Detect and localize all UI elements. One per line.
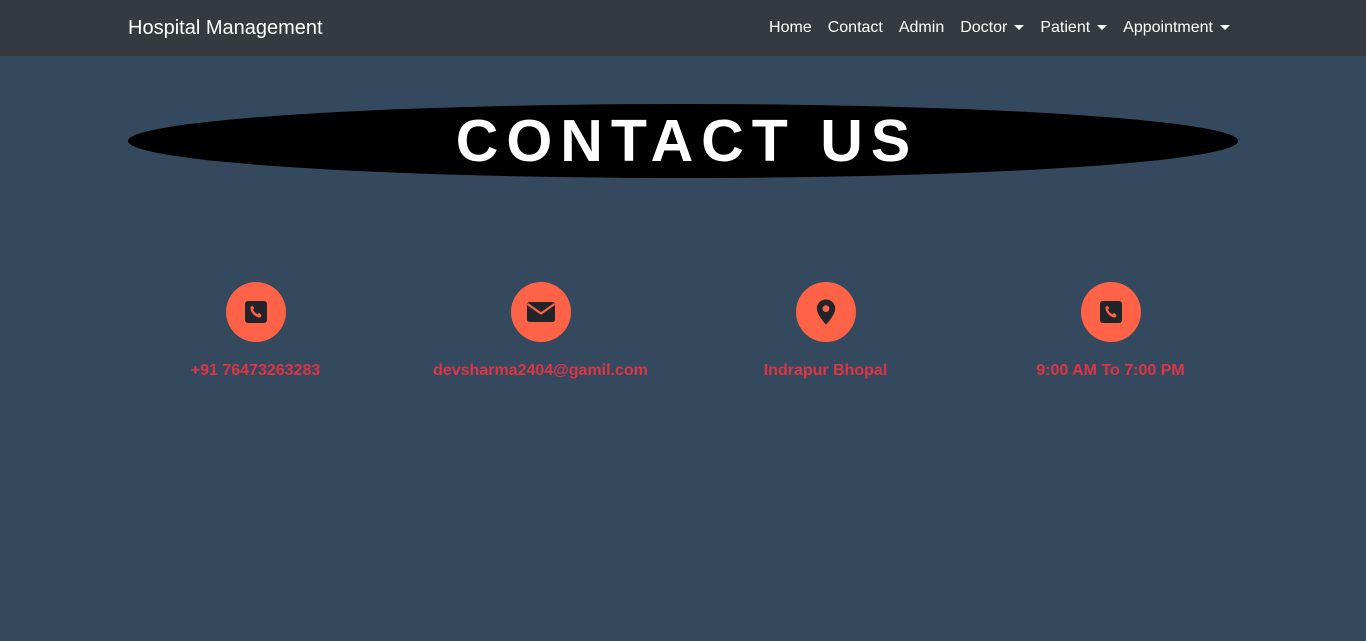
caret-down-icon [1097, 24, 1108, 30]
icon-circle [795, 282, 856, 342]
phone-square-icon [244, 301, 267, 323]
caret-down-icon [1014, 24, 1025, 30]
nav-link-label: Patient [1040, 19, 1091, 36]
map-marker-icon [816, 299, 835, 325]
icon-circle [225, 282, 286, 342]
phone-square-icon [1099, 301, 1122, 323]
contact-phone-text: +91 76473263283 [190, 362, 321, 379]
nav-links: Home Contact Admin Doctor Patient Appoin… [761, 0, 1238, 56]
nav-link-label: Doctor [960, 19, 1008, 36]
nav-dropdown-appointment[interactable]: Appointment [1115, 16, 1238, 40]
nav-dropdown-patient[interactable]: Patient [1032, 16, 1115, 40]
contact-hours-text: 9:00 AM To 7:00 PM [1036, 362, 1185, 379]
nav-link-admin[interactable]: Admin [891, 16, 952, 40]
icon-circle [1080, 282, 1141, 342]
nav-link-contact[interactable]: Contact [820, 16, 891, 40]
contact-item-location: Indrapur Bhopal [683, 282, 968, 381]
contact-item-hours: 9:00 AM To 7:00 PM [968, 282, 1253, 381]
contact-item-phone: +91 76473263283 [113, 282, 398, 381]
navbar: Hospital Management Home Contact Admin D… [0, 0, 1366, 56]
contact-address-text: Indrapur Bhopal [763, 362, 888, 379]
contact-hero-banner: CONTACT US [128, 104, 1238, 178]
envelope-icon [526, 302, 555, 322]
icon-circle [510, 282, 571, 342]
nav-link-label: Home [769, 19, 812, 36]
nav-link-label: Appointment [1123, 19, 1213, 36]
caret-down-icon [1220, 24, 1230, 30]
nav-dropdown-doctor[interactable]: Doctor [952, 16, 1032, 40]
navbar-brand[interactable]: Hospital Management [128, 15, 323, 41]
nav-link-label: Contact [827, 19, 883, 36]
nav-link-home[interactable]: Home [761, 16, 820, 40]
page-title: CONTACT US [455, 108, 919, 174]
nav-link-label: Admin [898, 19, 945, 36]
contact-email-text: devsharma2404@gamil.com [433, 362, 648, 379]
contact-item-email: devsharma2404@gamil.com [398, 282, 683, 381]
